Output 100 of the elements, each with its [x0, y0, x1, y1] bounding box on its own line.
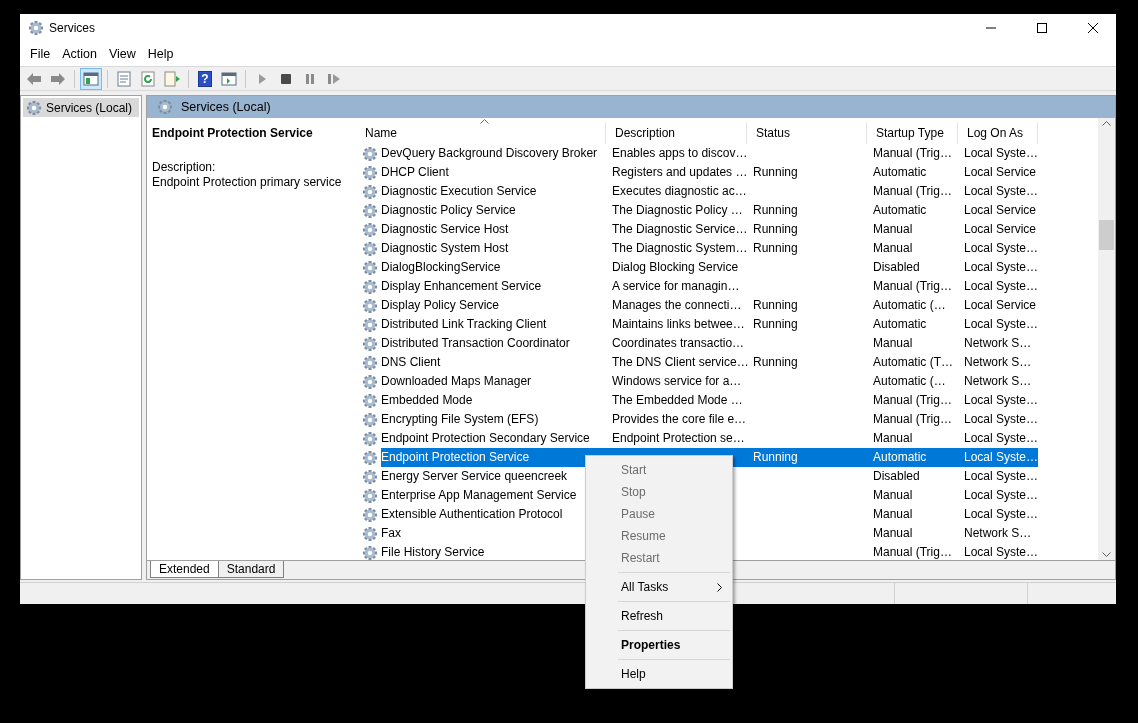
service-name[interactable]: DNS Client [381, 353, 606, 372]
view-tab[interactable]: Standard [217, 561, 285, 578]
service-name[interactable]: Distributed Link Tracking Client [381, 315, 606, 334]
column-header[interactable]: Startup Type [867, 122, 958, 144]
table-cell-text: The Embedded Mode … [611, 392, 744, 409]
table-cell-text: Running [752, 221, 799, 238]
menu-item[interactable]: View [102, 47, 142, 61]
refresh-icon [140, 70, 156, 87]
menu-item[interactable]: File [24, 47, 57, 61]
gear-icon [362, 145, 378, 162]
table-cell: Automatic [867, 448, 958, 467]
column-header[interactable]: Status [747, 122, 867, 144]
table-cell-text: Local Syste… [963, 259, 1038, 276]
context-menu-item[interactable]: Refresh [588, 605, 730, 627]
show-tree-button[interactable] [80, 67, 102, 90]
gear-icon [362, 411, 378, 428]
context-menu-item[interactable]: Help [588, 663, 730, 685]
table-cell-text: Local Syste… [963, 487, 1038, 504]
maximize-icon [1037, 23, 1047, 33]
table-cell-text: Network S… [963, 373, 1033, 390]
table-cell-text: Local Syste… [963, 278, 1038, 295]
service-name[interactable]: Display Enhancement Service [381, 277, 606, 296]
column-header[interactable]: Name [356, 122, 606, 144]
console-window-icon [221, 70, 237, 87]
service-name[interactable]: DHCP Client [381, 163, 606, 182]
column-header[interactable]: Log On As [958, 122, 1038, 144]
close-icon [1088, 23, 1098, 33]
service-name[interactable]: Endpoint Protection Service [381, 448, 606, 467]
gear-icon [362, 430, 378, 447]
service-name[interactable]: Display Policy Service [381, 296, 606, 315]
context-menu-item[interactable]: All Tasks [588, 576, 730, 598]
table-cell-text: Local Syste… [963, 240, 1038, 257]
table-cell: Running [747, 448, 867, 467]
table-cell-text: Manual [872, 335, 914, 352]
scroll-down-icon[interactable] [1102, 552, 1111, 557]
service-name[interactable]: DialogBlockingService [381, 258, 606, 277]
service-name[interactable]: Encrypting File System (EFS) [381, 410, 606, 429]
table-cell-text: Running [752, 164, 799, 181]
gear-icon [362, 487, 378, 504]
gear-icon [362, 297, 378, 314]
table-cell-text: Local Service [963, 221, 1038, 238]
tree-item[interactable]: Services (Local) [23, 98, 139, 117]
table-cell-text: Manual [872, 240, 914, 257]
service-name[interactable]: Distributed Transaction Coordinator [381, 334, 606, 353]
service-name[interactable]: Downloaded Maps Manager [381, 372, 606, 391]
table-cell-text: Local Syste… [963, 183, 1038, 200]
scroll-up-icon[interactable] [1102, 121, 1111, 126]
service-name[interactable]: Diagnostic Service Host [381, 220, 606, 239]
table-cell-text: Running [752, 240, 799, 257]
table-cell-text: Manual (Trig… [872, 411, 953, 428]
gear-icon [362, 525, 378, 542]
table-cell-text: The Diagnostic System… [611, 240, 747, 257]
table-cell: Local Syste… [958, 448, 1038, 467]
view-tab[interactable]: Extended [150, 561, 219, 578]
menu-item[interactable]: Action [56, 47, 103, 61]
table-cell-text: Coordinates transactio… [611, 335, 746, 352]
table-cell-text: Running [752, 354, 799, 371]
service-name[interactable]: Endpoint Protection Secondary Service [381, 429, 606, 448]
gear-icon [362, 259, 378, 276]
table-cell-text: Local Service [963, 202, 1038, 219]
column-header[interactable]: Description [606, 122, 747, 144]
table-cell-text: A service for managin… [611, 278, 741, 295]
gear-icon [362, 449, 378, 466]
table-cell-text: Network S… [963, 335, 1033, 352]
context-menu-item[interactable]: Properties [588, 634, 730, 656]
service-name[interactable]: Diagnostic Execution Service [381, 182, 606, 201]
table-cell-text: Automatic [872, 164, 928, 181]
table-cell-text: Local Syste… [963, 145, 1038, 162]
gear-icon [362, 354, 378, 371]
table-cell-text: The Diagnostic Policy … [611, 202, 744, 219]
table-cell-text: Running [752, 202, 799, 219]
table-cell-text: Local Syste… [963, 316, 1038, 333]
table-cell-text: Enables apps to discov… [611, 145, 747, 162]
gear-icon [362, 164, 378, 181]
table-cell-text: Local Syste… [963, 430, 1038, 447]
table-cell-text: Executes diagnostic ac… [611, 183, 747, 200]
service-name[interactable]: Diagnostic System Host [381, 239, 606, 258]
gear-icon [362, 240, 378, 257]
table-cell-text: Provides the core file e… [611, 411, 747, 428]
table-cell-text: Manual [872, 221, 914, 238]
service-name[interactable]: DevQuery Background Discovery Broker [381, 144, 606, 163]
service-name[interactable]: Diagnostic Policy Service [381, 201, 606, 220]
table-cell-text: Local Syste… [963, 468, 1038, 485]
table-cell-text: Manual (Trig… [872, 145, 953, 162]
scroll-thumb[interactable] [1099, 220, 1114, 250]
gear-icon [362, 221, 378, 238]
window-title: Services [49, 21, 96, 35]
table-cell-text: Manual (Trig… [872, 544, 953, 560]
table-cell-text: Maintains links betwee… [611, 316, 746, 333]
table-cell-text: Dialog Blocking Service [611, 259, 740, 276]
table-cell-text: Running [752, 316, 799, 333]
table-cell-text: Automatic [872, 202, 928, 219]
table-cell-text: Manual (Trig… [872, 278, 953, 295]
vertical-scrollbar[interactable] [1098, 118, 1115, 560]
export-list-icon [164, 70, 180, 87]
table-cell-text: Manages the connecti… [611, 297, 743, 314]
table-cell-text: Manual [872, 487, 914, 504]
service-name[interactable]: Embedded Mode [381, 391, 606, 410]
menu-item[interactable]: Help [141, 47, 180, 61]
table-cell-text: Manual [872, 525, 914, 542]
